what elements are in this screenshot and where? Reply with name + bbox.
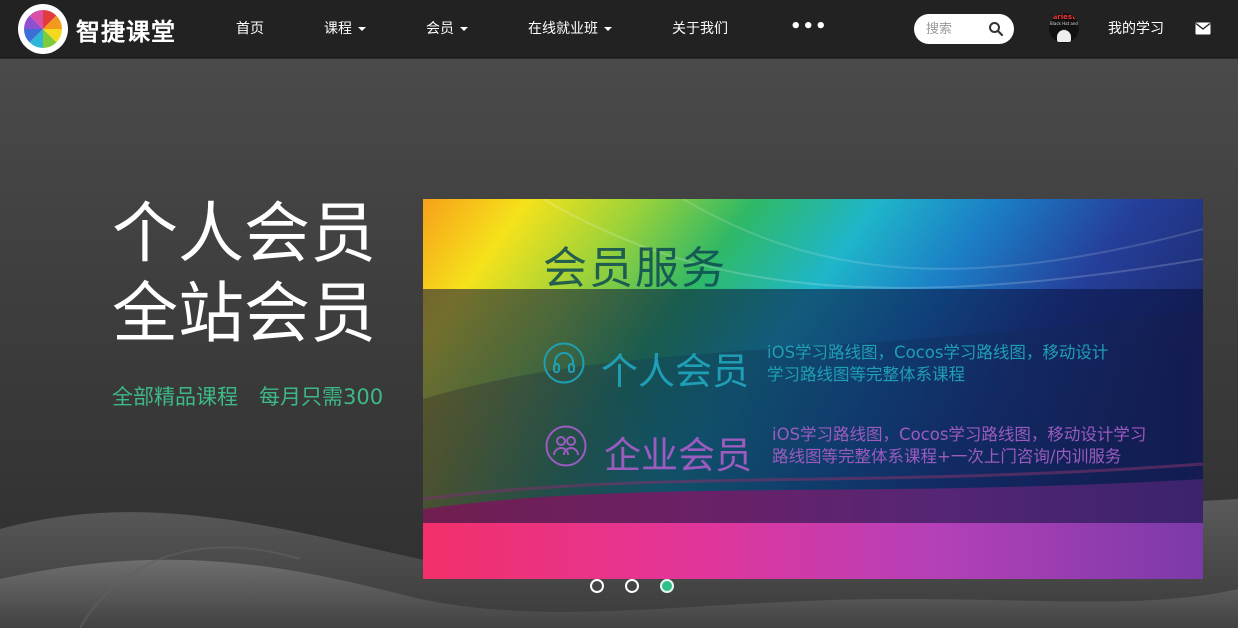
caret-down-icon: [358, 27, 366, 31]
brand-name: 智捷课堂: [76, 17, 176, 46]
banner-dark-band: [423, 289, 1203, 523]
group-icon: [545, 425, 587, 467]
nav-about-label: 关于我们: [672, 21, 728, 37]
membership-banner[interactable]: 会员服务 个人会员 iOS学习路线图，Cocos学习路线图，移动设计 学习路线图…: [423, 199, 1203, 579]
mail-icon[interactable]: [1195, 22, 1211, 35]
site-logo[interactable]: 智捷课堂: [18, 4, 176, 54]
more-menu-button[interactable]: •••: [790, 0, 828, 58]
nav-online-class[interactable]: 在线就业班: [528, 0, 612, 58]
tier-personal-desc-line2: 学习路线图等完整体系课程: [767, 365, 965, 384]
caret-down-icon: [604, 27, 612, 31]
hero-section: 个人会员 全站会员 全部精品课程 每月只需300 会员服务 个人会员 iOS学习…: [0, 59, 1238, 628]
carousel-dot-1[interactable]: [590, 579, 604, 593]
tier-personal-desc: iOS学习路线图，Cocos学习路线图，移动设计 学习路线图等完整体系课程: [767, 342, 1108, 386]
hero-title-line1: 个人会员: [112, 195, 376, 272]
search-input[interactable]: [926, 14, 992, 44]
headphones-icon: [543, 342, 585, 384]
search-icon[interactable]: [988, 21, 1004, 37]
tier-enterprise-desc: iOS学习路线图，Cocos学习路线图，移动设计学习 路线图等完整体系课程+一次…: [772, 424, 1146, 468]
hero-title: 个人会员 全站会员: [112, 194, 376, 354]
nav-home-label: 首页: [236, 21, 264, 37]
tier-enterprise-desc-line2: 路线图等完整体系课程+一次上门咨询/内训服务: [772, 447, 1122, 466]
hero-title-line2: 全站会员: [112, 275, 376, 352]
tier-personal-name: 个人会员: [601, 350, 749, 393]
nav-membership-label: 会员: [426, 21, 454, 37]
nav-online-class-label: 在线就业班: [528, 21, 598, 37]
caret-down-icon: [460, 27, 468, 31]
tier-personal-desc-line1: iOS学习路线图，Cocos学习路线图，移动设计: [767, 343, 1109, 362]
nav-membership[interactable]: 会员: [426, 0, 468, 58]
carousel-dot-2[interactable]: [625, 579, 639, 593]
logo-pinwheel-icon: [18, 4, 68, 54]
top-navbar: 智捷课堂 首页 课程 会员 在线就业班 关于我们 ••• ariest Blac…: [0, 0, 1238, 58]
carousel-dot-3[interactable]: [660, 579, 674, 593]
nav-home[interactable]: 首页: [236, 0, 264, 58]
search-box: [914, 14, 1014, 44]
tier-enterprise-name: 企业会员: [604, 434, 752, 477]
avatar-hat-icon: [1057, 30, 1071, 42]
user-avatar[interactable]: ariest Black Hat and ...: [1049, 13, 1079, 43]
hero-subtitle: 全部精品课程 每月只需300: [112, 385, 384, 409]
nav-courses-label: 课程: [324, 21, 352, 37]
tier-enterprise-desc-line1: iOS学习路线图，Cocos学习路线图，移动设计学习: [772, 425, 1147, 444]
my-learning-link[interactable]: 我的学习: [1108, 0, 1164, 58]
nav-courses[interactable]: 课程: [324, 0, 366, 58]
nav-about[interactable]: 关于我们: [672, 0, 728, 58]
banner-heading: 会员服务: [543, 243, 727, 294]
avatar-text-line1: ariest: [1052, 13, 1076, 21]
